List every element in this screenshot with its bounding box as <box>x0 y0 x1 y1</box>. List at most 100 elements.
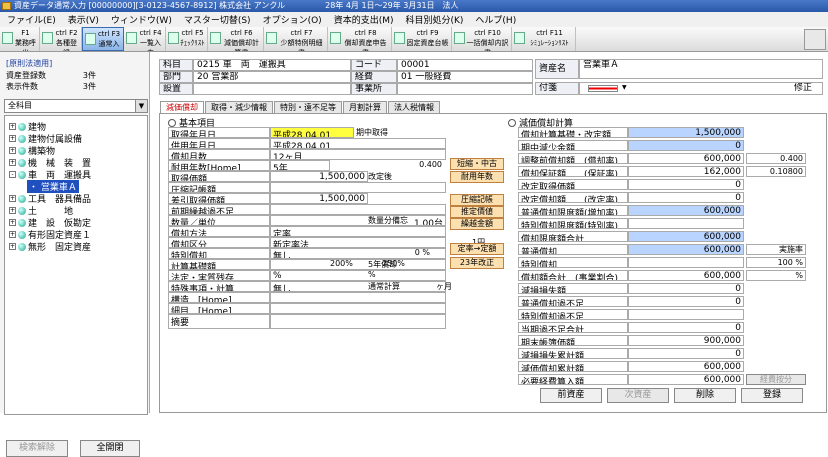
basic-action-button-0[interactable]: 短縮・中古 <box>450 158 504 170</box>
exit-icon[interactable] <box>804 29 826 50</box>
calc-value-2[interactable]: 600,000 <box>628 153 744 164</box>
basic-value-17[interactable] <box>270 314 446 329</box>
basic-action-button-4[interactable]: 繰越金額 <box>450 218 504 230</box>
calc-value-9[interactable]: 600,000 <box>628 244 744 255</box>
calc-value-11[interactable]: 600,000 <box>628 270 744 281</box>
toolbar-button-3[interactable]: ctrl F4 一覧入力 <box>124 27 166 51</box>
toolbar-button-7[interactable]: ctrl F8 償却資産申告書 <box>328 27 392 51</box>
basic-value-4[interactable]: 1,500,000 <box>270 171 368 182</box>
basic-value-0[interactable]: 平成28.04.01 <box>270 127 354 138</box>
menu-item-3[interactable]: マスター切替(S) <box>181 13 254 26</box>
calc-value-15[interactable]: 0 <box>628 322 744 333</box>
expand-icon[interactable]: + <box>9 135 16 142</box>
calc-value-3[interactable]: 162,000 <box>628 166 744 177</box>
basic-label-13: 法定・実質残存 <box>168 270 270 281</box>
expand-icon[interactable]: + <box>9 231 16 238</box>
basic-action-button-1[interactable]: 耐用年数 <box>450 171 504 183</box>
toolbar-button-9[interactable]: ctrl F10 一括償却内訳書 <box>452 27 512 51</box>
sticky-color-swatch[interactable] <box>588 85 618 92</box>
tree-item[interactable]: + 無形 固定資産 <box>9 240 91 253</box>
account-filter-select[interactable]: 全科目 ▼ <box>4 99 148 113</box>
toolbar-button-4[interactable]: ctrl F5 ﾁｪｯｸﾘｽﾄ <box>166 27 208 51</box>
basic-value-9[interactable]: 定率 <box>270 226 446 237</box>
toolbar-button-10[interactable]: ctrl F11 ｼﾐｭﾚｰｼｮﾝﾘｽﾄ <box>512 27 576 51</box>
code-field[interactable]: 00001 <box>397 59 533 71</box>
basic-value-10[interactable]: 新定率法 <box>270 237 446 248</box>
bumon-field[interactable]: 20 営業部 <box>193 71 351 83</box>
expand-icon[interactable]: - <box>9 171 16 178</box>
toolbar-button-2[interactable]: ctrl F3 通常入力 <box>82 27 124 51</box>
toolbar-button-0[interactable]: F1 業務呼出 <box>0 27 40 51</box>
fusen-field[interactable]: ▼ 修正 <box>579 82 823 95</box>
delete-button[interactable]: 削除 <box>674 388 736 403</box>
expand-icon[interactable]: + <box>9 159 16 166</box>
expand-all-button[interactable]: 全開閉 <box>80 440 140 457</box>
basho-field[interactable] <box>193 83 351 95</box>
prev-asset-button[interactable]: 前資産 <box>540 388 602 403</box>
menu-item-5[interactable]: 資本的支出(M) <box>331 13 397 26</box>
kamoku-field[interactable]: 0215 車 両 運搬具 <box>193 59 351 71</box>
basic-value-2[interactable]: 12ヶ月 <box>270 149 446 160</box>
calc-value-16[interactable]: 900,000 <box>628 335 744 346</box>
calc-value-0[interactable]: 1,500,000 <box>628 127 744 138</box>
keihi-field[interactable]: 01 一般経費 <box>397 71 533 83</box>
menu-item-2[interactable]: ウィンドウ(W) <box>108 13 175 26</box>
menu-item-6[interactable]: 科目別処分(K) <box>402 13 466 26</box>
next-asset-button[interactable]: 次資産 <box>607 388 669 403</box>
menu-item-1[interactable]: 表示(V) <box>65 13 102 26</box>
basic-value-3[interactable]: 5年 <box>270 160 330 171</box>
basic-value-5[interactable] <box>270 182 446 193</box>
basic-action-button-2[interactable]: 圧縮記帳 <box>450 194 504 206</box>
expand-icon[interactable]: + <box>9 243 16 250</box>
calc-label-1: 期中減少金額 <box>518 140 628 151</box>
search-clear-button[interactable]: 検索解除 <box>6 440 68 457</box>
menu-item-0[interactable]: ファイル(E) <box>4 13 59 26</box>
basic-action-button-5[interactable]: 定率→定額 <box>450 243 504 255</box>
asset-name-field[interactable]: 営業車Ａ <box>579 59 823 79</box>
calc-value-1[interactable]: 0 <box>628 140 744 151</box>
calc-extra-19[interactable]: 経費按分 <box>746 374 806 385</box>
basic-value-6[interactable]: 1,500,000 <box>270 193 368 204</box>
toolbar-button-6[interactable]: ctrl F7 少額特例明細書 <box>264 27 328 51</box>
toolbar-button-8[interactable]: ctrl F9 固定資産台帳 <box>392 27 452 51</box>
calc-value-7[interactable] <box>628 218 744 229</box>
calc-extra-9: 実施率 <box>746 244 806 255</box>
calc-value-10[interactable] <box>628 257 744 268</box>
expand-icon[interactable]: + <box>9 147 16 154</box>
calc-value-17[interactable]: 0 <box>628 348 744 359</box>
radio-200-option[interactable]: 200% <box>330 259 353 268</box>
calc-value-12[interactable]: 0 <box>628 283 744 294</box>
basic-value-7[interactable] <box>270 204 446 215</box>
calc-value-8[interactable]: 600,000 <box>628 231 744 242</box>
basic-label-4: 取得価額 <box>168 171 270 182</box>
basic-action-button-6[interactable]: 23年改正 <box>450 257 504 269</box>
calc-value-14[interactable] <box>628 309 744 320</box>
expand-icon[interactable]: + <box>9 219 16 226</box>
folder-node-icon <box>18 218 26 227</box>
expand-icon[interactable]: + <box>9 123 16 130</box>
calc-label-11: 償却額合計 (事業割合) <box>518 270 628 281</box>
window-title: 資産データ通常入力 [00000000][3-0123-4567-8912] 株… <box>14 1 459 10</box>
toolbar-button-5[interactable]: ctrl F6 減価償却計算書 <box>208 27 264 51</box>
calc-value-19[interactable]: 600,000 <box>628 374 744 385</box>
menu-item-7[interactable]: ヘルプ(H) <box>472 13 519 26</box>
calc-value-18[interactable]: 600,000 <box>628 361 744 372</box>
jigyosho-field[interactable] <box>397 83 533 95</box>
asset-tree[interactable]: + 建物 + 建物付属設備 + 構築物 + 機 械 装 置-車 両 運搬具・ 営業車Ａ + 工具 … <box>4 115 148 415</box>
basic-action-button-3[interactable]: 推定價値 <box>450 206 504 218</box>
save-button[interactable]: 登録 <box>741 388 803 403</box>
basic-value-15[interactable] <box>270 292 446 303</box>
toolbar-button-1[interactable]: ctrl F2 各種登録 <box>40 27 82 51</box>
basic-value-16[interactable] <box>270 303 446 314</box>
calc-value-6[interactable]: 600,000 <box>628 205 744 216</box>
app-icon <box>2 2 11 10</box>
expand-icon[interactable]: + <box>9 195 16 202</box>
calc-value-13[interactable]: 0 <box>628 296 744 307</box>
basic-value-1[interactable]: 平成28.04.01 <box>270 138 446 149</box>
calc-value-5[interactable]: 0 <box>628 192 744 203</box>
menu-item-4[interactable]: オプション(O) <box>260 13 325 26</box>
calc-value-4[interactable]: 0 <box>628 179 744 190</box>
expand-icon[interactable]: + <box>9 207 16 214</box>
toolbar-key: ctrl F10 <box>474 29 501 37</box>
radio-250-option[interactable]: 250% <box>382 259 405 268</box>
